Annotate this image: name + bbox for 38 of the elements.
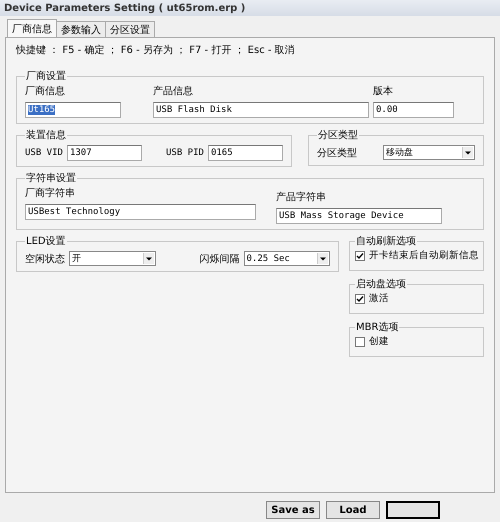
dropdown[interactable]: 移动盘 <box>383 145 475 160</box>
field-label: 闪烁间隔 <box>200 252 240 266</box>
action-button[interactable]: Load <box>326 501 380 519</box>
group-title: 分区类型 <box>317 128 359 142</box>
input-field[interactable]: USB Mass Storage Device <box>276 208 442 224</box>
group-title: 启动盘选项 <box>355 278 407 291</box>
input-field[interactable]: USBest Technology <box>25 204 256 220</box>
group-title: 字符串设置 <box>25 172 77 185</box>
group-title: MBR选项 <box>355 320 400 334</box>
group-title: 自动刷新选项 <box>355 234 417 248</box>
field-label: 产品字符串 <box>276 190 327 204</box>
checkbox-label: 开卡结束后自动刷新信息 <box>369 249 479 262</box>
field-label: 产品信息 <box>153 84 194 98</box>
input-field[interactable]: 1307 <box>66 145 142 161</box>
group-title: 装置信息 <box>25 128 67 142</box>
field-label: USB PID <box>166 148 204 158</box>
input-field[interactable]: 0165 <box>208 145 283 161</box>
input-field[interactable]: USB Flash Disk <box>153 102 369 118</box>
group-title: 厂商设置 <box>25 70 67 83</box>
checkbox-label: 创建 <box>369 335 389 348</box>
input-field[interactable]: 0.00 <box>373 102 454 118</box>
checkbox-label: 激活 <box>369 292 389 305</box>
action-button[interactable]: Save as <box>266 501 320 519</box>
field-label: 版本 <box>373 84 394 98</box>
tab[interactable]: 参数输入 <box>56 21 106 37</box>
field-label: 空闲状态 <box>25 252 65 266</box>
field-label: 厂商字符串 <box>25 186 76 200</box>
input-field[interactable]: Ut165 <box>25 102 121 118</box>
tab[interactable]: 分区设置 <box>105 21 155 37</box>
window-title: Device Parameters Setting ( ut65rom.erp ) <box>4 2 246 14</box>
shortcut-hint: 快捷键 ： F5 - 确定 ； F6 - 另存为 ； F7 - 打开 ； Esc - 取消 <box>16 44 296 57</box>
field-label: 厂商信息 <box>25 84 66 98</box>
dropdown[interactable]: 0.25 Sec <box>244 251 330 266</box>
field-label: USB VID <box>25 148 63 158</box>
field-label: 分区类型 <box>317 146 357 160</box>
tab[interactable]: 厂商信息 <box>7 19 57 37</box>
group-title: LED设置 <box>25 234 67 248</box>
dropdown[interactable]: 开 <box>69 251 156 266</box>
